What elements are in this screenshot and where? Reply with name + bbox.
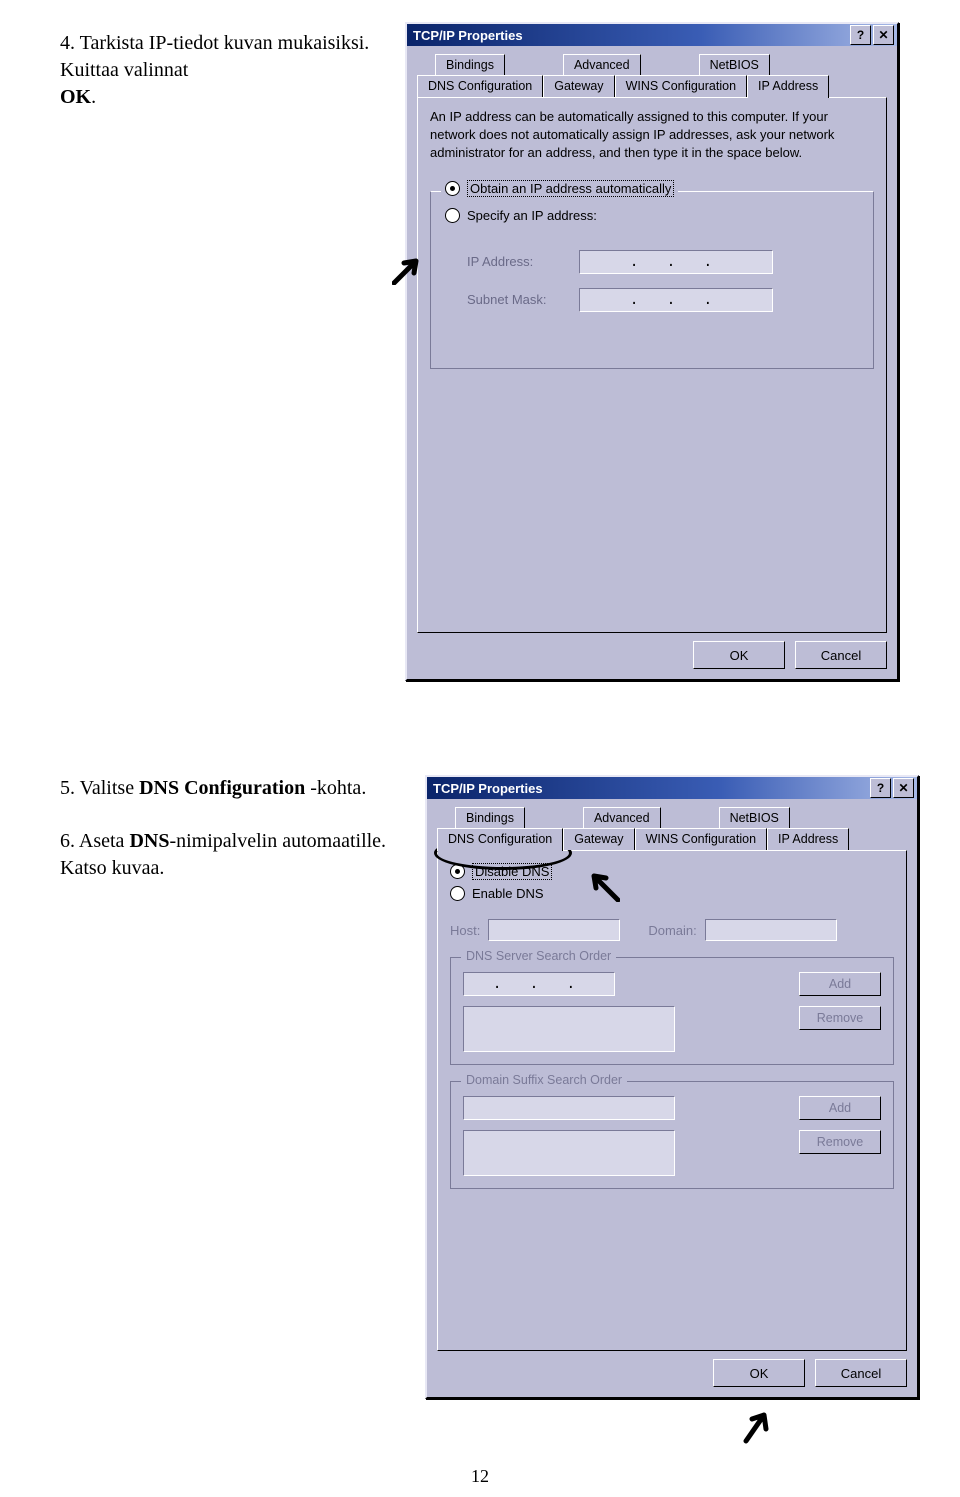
close-button[interactable]: ✕ [873,25,894,45]
tab-netbios[interactable]: NetBIOS [719,807,790,828]
domain-label: Domain: [648,923,696,938]
dns-remove-button[interactable]: Remove [799,1006,881,1030]
tab-ip-address[interactable]: IP Address [767,828,849,850]
ip-address-label: IP Address: [467,254,579,269]
tab-bindings[interactable]: Bindings [435,54,505,75]
radio-obtain-auto[interactable]: Obtain an IP address automatically [441,180,678,197]
dns-server-search-order-label: DNS Server Search Order [461,949,616,963]
domain-input[interactable] [705,919,837,941]
tab-bindings[interactable]: Bindings [455,807,525,828]
host-input[interactable] [488,919,620,941]
tab-netbios[interactable]: NetBIOS [699,54,770,75]
step4-dot: . [91,86,96,108]
tab-strip: Bindings Advanced NetBIOS DNS Configurat… [437,807,907,1351]
radio-disable-dns[interactable]: Disable DNS [450,863,894,880]
step6-num: 6. [60,830,75,852]
step4-num: 4. [60,32,75,54]
domain-suffix-search-order-group: Domain Suffix Search Order Add Remove [450,1081,894,1189]
page-number: 12 [471,1466,489,1487]
titlebar[interactable]: TCP/IP Properties ? ✕ [427,777,917,799]
instruction-step-5: 5. Valitse DNS Configuration -kohta. [60,775,390,802]
titlebar[interactable]: TCP/IP Properties ? ✕ [407,24,897,46]
close-icon: ✕ [898,781,908,795]
tab-advanced[interactable]: Advanced [583,807,661,828]
annotation-arrow-icon [740,1405,780,1451]
step5-num: 5. [60,777,75,799]
tab-advanced[interactable]: Advanced [563,54,641,75]
suffix-list[interactable] [463,1130,675,1176]
close-button[interactable]: ✕ [893,778,914,798]
radio-dot-icon [445,208,460,223]
ip-description: An IP address can be automatically assig… [430,108,874,163]
help-button[interactable]: ? [850,25,871,45]
tab-dns-configuration[interactable]: DNS Configuration [437,828,563,851]
step4-text-a: Tarkista IP-tiedot kuvan mukaisiksi. Kui… [60,32,369,81]
help-icon: ? [857,28,864,42]
tab-strip: Bindings Advanced NetBIOS DNS Configurat… [417,54,887,633]
instruction-step-4: 4. Tarkista IP-tiedot kuvan mukaisiksi. … [60,30,390,111]
cancel-button[interactable]: Cancel [815,1359,907,1387]
close-icon: ✕ [878,28,888,42]
step5-c: -kohta. [305,777,366,799]
tab-wins-configuration[interactable]: WINS Configuration [615,75,747,97]
tab-gateway[interactable]: Gateway [563,828,634,850]
dns-add-button[interactable]: Add [799,972,881,996]
radio-dot-icon [445,181,460,196]
radio-enable-dns[interactable]: Enable DNS [450,886,894,901]
dns-server-search-order-group: DNS Server Search Order . . . Add Remove [450,957,894,1065]
step6-a: Aseta [75,830,129,852]
cancel-button[interactable]: Cancel [795,641,887,669]
tcpip-properties-dialog-dns: TCP/IP Properties ? ✕ Bindings Advanced … [425,775,919,1399]
ip-address-input[interactable]: . . . [579,250,773,274]
tab-ip-address[interactable]: IP Address [747,75,829,98]
instruction-step-6: 6. Aseta DNS-nimipalvelin automaatille. … [60,828,390,882]
dns-server-list[interactable] [463,1006,675,1052]
ok-button[interactable]: OK [693,641,785,669]
dialog-title: TCP/IP Properties [413,28,523,43]
tab-wins-configuration[interactable]: WINS Configuration [635,828,767,850]
radio-dot-icon [450,886,465,901]
tcpip-properties-dialog-ip: TCP/IP Properties ? ✕ Bindings Advanced … [405,22,899,681]
domain-suffix-search-order-label: Domain Suffix Search Order [461,1073,627,1087]
dns-ip-input[interactable]: . . . [463,972,615,996]
radio-specify-ip[interactable]: Specify an IP address: [441,208,601,223]
suffix-add-button[interactable]: Add [799,1096,881,1120]
step5-b: DNS Configuration [139,777,305,799]
help-button[interactable]: ? [870,778,891,798]
subnet-mask-input[interactable]: . . . [579,288,773,312]
suffix-remove-button[interactable]: Remove [799,1130,881,1154]
tab-dns-configuration[interactable]: DNS Configuration [417,75,543,97]
host-label: Host: [450,923,480,938]
subnet-mask-label: Subnet Mask: [467,292,579,307]
ok-button[interactable]: OK [713,1359,805,1387]
tab-gateway[interactable]: Gateway [543,75,614,97]
dialog-title: TCP/IP Properties [433,781,543,796]
suffix-input[interactable] [463,1096,675,1120]
radio-dot-icon [450,864,465,879]
step4-ok: OK [60,86,91,108]
help-icon: ? [877,781,884,795]
step6-b: DNS [129,830,169,852]
step5-a: Valitse [75,777,139,799]
